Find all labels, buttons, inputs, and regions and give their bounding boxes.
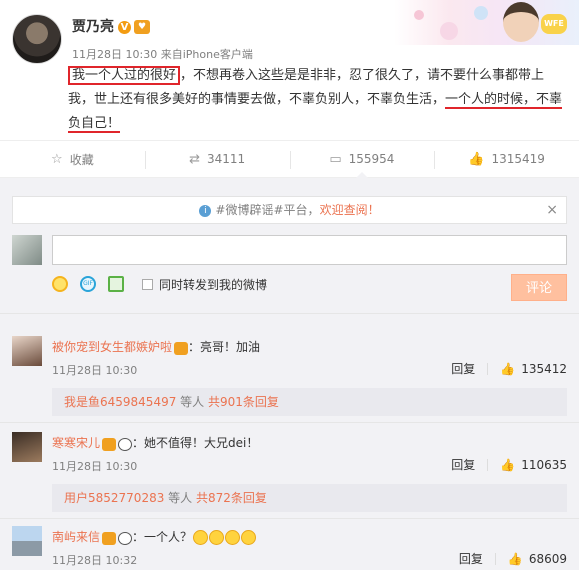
notice-hashtag[interactable]: #微博辟谣# <box>215 203 283 217</box>
like-count: 1315419 <box>491 152 545 166</box>
divider <box>0 422 579 423</box>
author-name[interactable]: 贾乃亮 <box>72 19 114 35</box>
highlight-boxed-text: 我一个人过的很好 <box>68 66 181 85</box>
comment-text: ：一个人？ <box>132 530 193 544</box>
post-source[interactable]: iPhone客户端 <box>183 48 253 61</box>
repost-checkbox[interactable]: 同时转发到我的微博 <box>142 276 267 293</box>
sub-replies[interactable]: 用户5852770283 等人 共872条回复 <box>52 484 567 512</box>
post-time[interactable]: 11月28日 10:30 <box>72 48 157 61</box>
emoji-icon[interactable] <box>52 276 68 292</box>
comment-time: 11月28日 10:30 <box>52 460 138 473</box>
like-icon[interactable]: 👍 <box>500 458 515 472</box>
commenter-name[interactable]: 南屿来信 <box>52 530 100 544</box>
commenter-name[interactable]: 寒寒宋儿 <box>52 436 100 450</box>
post-meta: 11月28日 10:30 来自iPhone客户端 <box>72 46 253 62</box>
emoji-icon <box>241 530 257 545</box>
comment-section: i #微博辟谣#平台，欢迎查阅！ × GIF 同时转发到我的微博 评论 被你宠到女… <box>0 178 579 570</box>
repost-count: 34111 <box>206 152 246 166</box>
comment-text-line: 南屿来信 ：一个人？ <box>52 528 257 545</box>
comment-text: ：亮哥！加油 <box>188 340 261 354</box>
comment-like-count: 68609 <box>528 551 567 566</box>
commenter-avatar[interactable] <box>12 432 42 462</box>
sub-reply-count[interactable]: 共872条回复 <box>196 491 267 505</box>
like-icon[interactable]: 👍 <box>500 362 515 376</box>
divider <box>0 518 579 519</box>
repost-checkbox-label: 同时转发到我的微博 <box>159 277 268 292</box>
repost-icon: ⇄ <box>189 151 200 167</box>
medal-icon <box>174 341 189 355</box>
panda-icon <box>118 531 133 545</box>
checkbox-box[interactable] <box>142 278 153 290</box>
comment-time: 11月28日 10:32 <box>52 554 138 567</box>
submit-comment-button[interactable]: 评论 <box>511 274 567 301</box>
commenter-name[interactable]: 被你宠到女生都嫉妒啦 <box>52 340 172 354</box>
comment-like-count: 110635 <box>521 457 567 472</box>
panda-icon <box>118 437 133 451</box>
current-user-avatar <box>12 235 42 265</box>
decoration-badge: WFE <box>541 14 567 34</box>
star-icon: ☆ <box>51 151 63 167</box>
close-icon[interactable]: × <box>546 197 558 223</box>
emoji-icon <box>193 530 209 545</box>
comment-icon: ▭ <box>329 151 342 167</box>
comment-like-count: 135412 <box>521 361 567 376</box>
sub-reply-mid: 等人 <box>164 491 196 505</box>
medal-icon <box>102 437 117 451</box>
comment-actions: 回复 👍 68609 <box>459 550 567 567</box>
emoji-icon <box>225 530 241 545</box>
comment-input[interactable] <box>52 235 567 265</box>
reply-button[interactable]: 回复 <box>451 456 475 473</box>
comment-actions: 回复 👍 135412 <box>451 360 567 377</box>
sub-replies[interactable]: 我是鱼6459845497 等人 共901条回复 <box>52 388 567 416</box>
reply-button[interactable]: 回复 <box>459 550 483 567</box>
medal-icon <box>102 531 117 545</box>
sub-reply-user[interactable]: 用户5852770283 <box>64 491 164 505</box>
comment-actions: 回复 👍 110635 <box>451 456 567 473</box>
notice-text: 平台， <box>283 203 320 217</box>
image-icon[interactable] <box>108 276 124 292</box>
profile-decoration: WFE <box>394 0 579 45</box>
decoration-portrait <box>503 2 539 42</box>
comment-time: 11月28日 10:30 <box>52 364 138 377</box>
info-icon: i <box>199 204 212 217</box>
comment-text: ：她不值得！大兄dei！ <box>132 436 259 450</box>
weibo-post-page: 贾乃亮 V ♥ WFE 11月28日 10:30 来自iPhone客户端 我一个人过… <box>0 0 579 570</box>
weibo-post: 贾乃亮 V ♥ WFE 11月28日 10:30 来自iPhone客户端 我一个人过… <box>0 0 579 140</box>
comment-text-line: 被你宠到女生都嫉妒啦 ：亮哥！加油 <box>52 338 260 355</box>
gif-icon[interactable]: GIF <box>80 276 96 292</box>
emoji-icon <box>209 530 225 545</box>
commenter-avatar[interactable] <box>12 336 42 366</box>
favorite-label: 收藏 <box>69 152 94 167</box>
sub-reply-mid: 等人 <box>176 395 208 409</box>
repost-button[interactable]: ⇄ 34111 <box>144 141 290 177</box>
author-avatar[interactable] <box>12 14 62 64</box>
post-body: 我一个人过的很好 ，不想再卷入这些是是非非，忍了很久了，请不要什么事都带上我，世上… <box>68 64 566 136</box>
like-icon[interactable]: 👍 <box>508 552 523 566</box>
favorite-button[interactable]: ☆ 收藏 <box>0 141 145 177</box>
like-icon: 👍 <box>468 151 485 167</box>
like-button[interactable]: 👍 1315419 <box>434 141 579 177</box>
comment-count: 155954 <box>348 152 395 166</box>
author-line: 贾乃亮 V ♥ <box>72 16 150 36</box>
commenter-avatar[interactable] <box>12 526 42 556</box>
sub-reply-count[interactable]: 共901条回复 <box>208 395 279 409</box>
comment-button[interactable]: ▭ 155954 <box>289 141 435 178</box>
rumor-notice: i #微博辟谣#平台，欢迎查阅！ × <box>12 196 567 224</box>
post-action-bar: ☆ 收藏 ⇄ 34111 ▭ 155954 👍 1315419 <box>0 140 579 178</box>
sub-reply-user[interactable]: 我是鱼6459845497 <box>64 395 176 409</box>
composer-tools: GIF 同时转发到我的微博 <box>52 274 267 294</box>
reply-button[interactable]: 回复 <box>451 360 475 377</box>
source-prefix: 来自 <box>160 48 183 61</box>
verified-icon: V <box>118 20 131 34</box>
divider <box>0 313 579 314</box>
notice-link[interactable]: 欢迎查阅！ <box>320 203 380 217</box>
comment-text-line: 寒寒宋儿 ：她不值得！大兄dei！ <box>52 434 258 451</box>
medal-icon: ♥ <box>134 20 150 34</box>
